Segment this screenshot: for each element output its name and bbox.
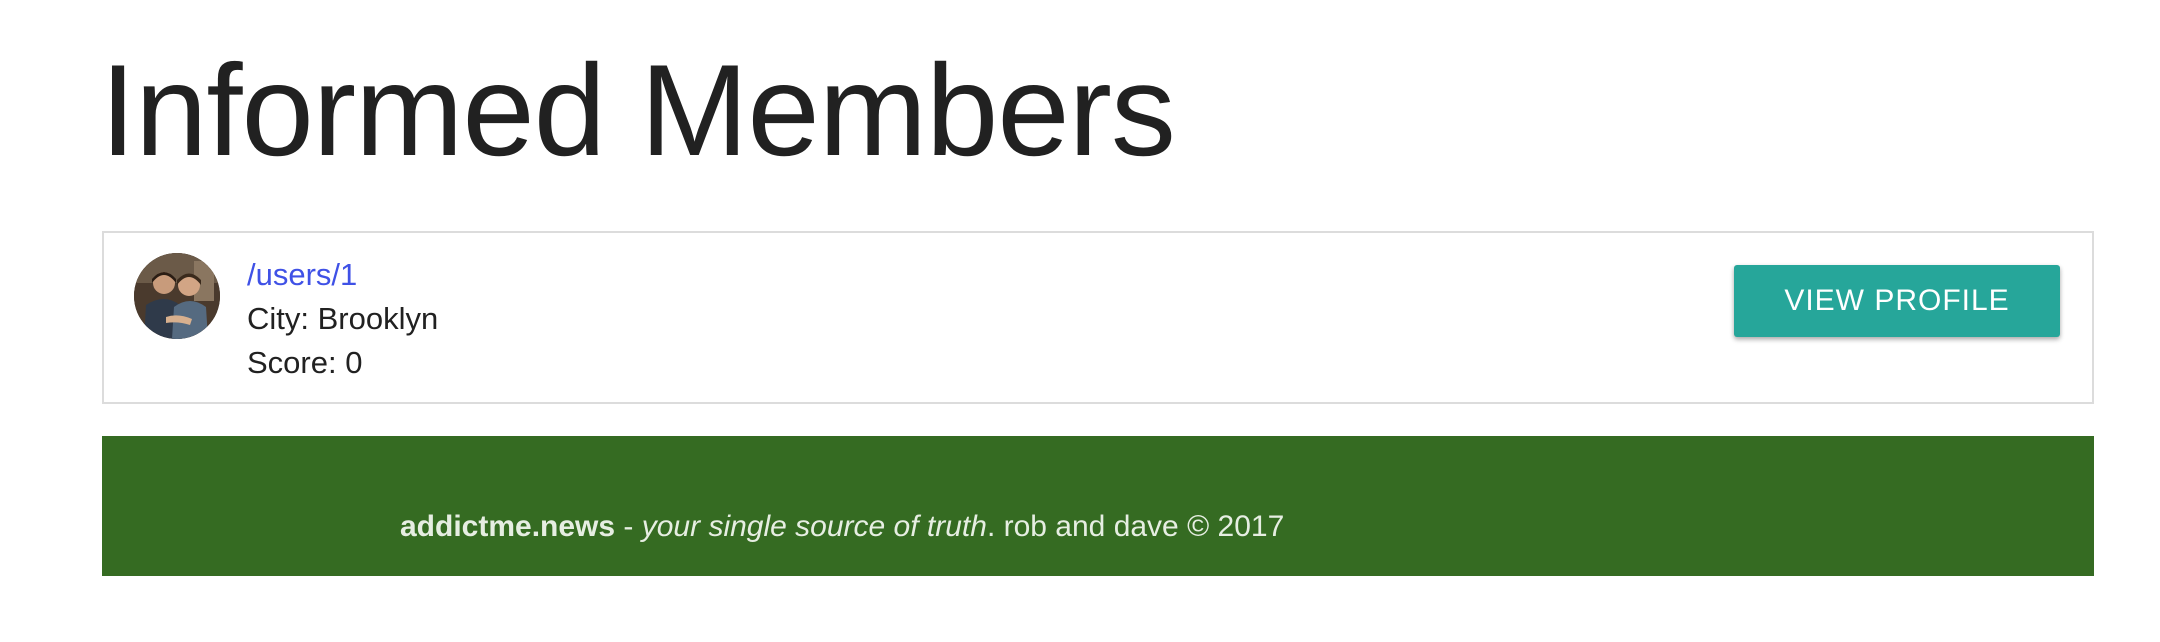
member-score: Score: 0 bbox=[247, 345, 363, 380]
footer: addictme.news - your single source of tr… bbox=[102, 436, 2094, 576]
page: Informed Members /users/1 City: Brooklyn… bbox=[0, 0, 2160, 642]
member-profile-link[interactable]: /users/1 bbox=[247, 253, 438, 297]
footer-tagline: your single source of truth bbox=[641, 510, 987, 543]
avatar bbox=[134, 253, 220, 339]
view-profile-button[interactable]: VIEW PROFILE bbox=[1734, 265, 2060, 337]
footer-text: addictme.news - your single source of tr… bbox=[400, 508, 1284, 546]
member-info: /users/1 City: Brooklyn Score: 0 bbox=[247, 253, 438, 385]
member-city: City: Brooklyn bbox=[247, 301, 439, 336]
avatar-photo-icon bbox=[134, 253, 220, 339]
page-title: Informed Members bbox=[100, 37, 1176, 183]
footer-brand: addictme.news bbox=[400, 510, 616, 543]
member-card: /users/1 City: Brooklyn Score: 0 VIEW PR… bbox=[102, 231, 2094, 404]
footer-separator: - bbox=[615, 510, 642, 543]
footer-credit: . rob and dave © 2017 bbox=[986, 510, 1285, 543]
